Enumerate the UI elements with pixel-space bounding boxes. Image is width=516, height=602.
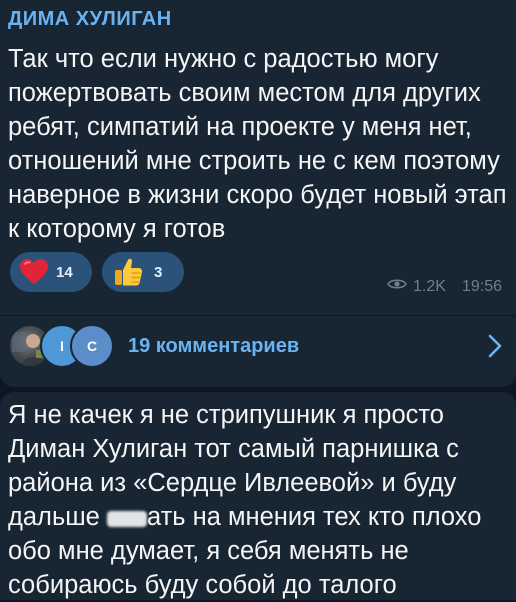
censor-blur: [106, 511, 147, 527]
red-heart-icon: [14, 258, 54, 286]
commenter-avatars: I C: [8, 324, 118, 370]
post-time: 19:56: [461, 277, 502, 295]
post-author[interactable]: ДИМА ХУЛИГАН: [8, 8, 172, 31]
reaction-heart-button[interactable]: 14: [10, 252, 92, 292]
eye-icon: [387, 277, 407, 296]
post-text: Так что если нужно с радостью могу пожер…: [8, 45, 507, 243]
reaction-count: 3: [154, 263, 163, 281]
comments-count-label: 19 комментариев: [128, 335, 300, 357]
channel-post: ДИМА ХУЛИГАН Так что если нужно с радост…: [0, 0, 516, 387]
reaction-count: 14: [56, 263, 73, 281]
chevron-right-icon: [488, 334, 502, 363]
view-count: 1.2K: [413, 277, 446, 295]
thumbs-up-icon: [108, 256, 148, 288]
reaction-thumbs-up-button[interactable]: 3: [102, 252, 184, 292]
post-meta: 1.2K 19:56: [387, 277, 502, 296]
channel-post: Я не качек я не стрипушник я просто Дима…: [0, 392, 516, 600]
comments-button[interactable]: I C 19 комментариев: [0, 316, 516, 380]
avatar: C: [70, 324, 114, 368]
post-text: Я не качек я не стрипушник я просто Дима…: [8, 398, 512, 602]
